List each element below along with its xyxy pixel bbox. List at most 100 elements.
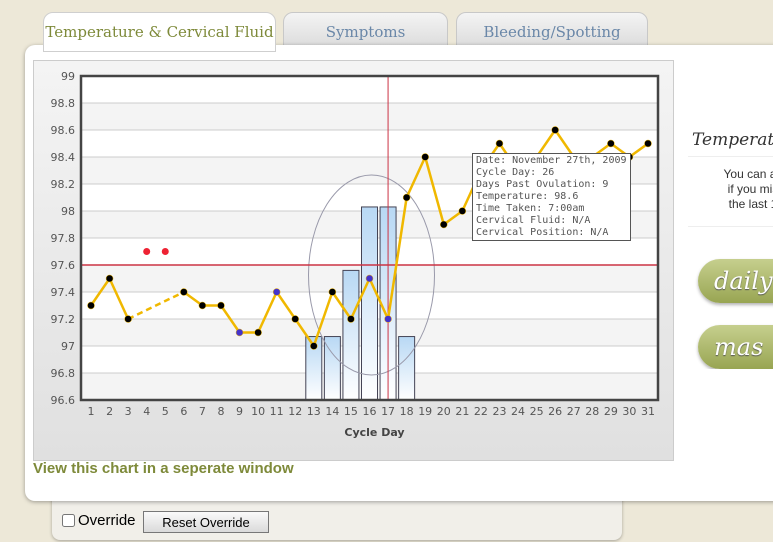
text-line: You can ac [723,167,773,181]
fertility-bar [361,206,378,401]
temperature-point [235,328,244,337]
grid-band [81,103,658,130]
right-title: Temperature [688,120,773,157]
temperature-chart: 96.6 96.8 97 97.2 97.4 97.6 97.8 98 98.2 98.4 98.6… [33,60,674,461]
temperature-point [551,126,559,134]
x-tick-label: 19 [418,405,432,418]
x-tick-label: 26 [548,405,562,418]
temperature-point [347,315,355,323]
x-tick-label: 21 [455,405,469,418]
x-tick-label: 14 [325,405,339,418]
separate-window-link[interactable]: View this chart in a seperate window [33,460,294,477]
x-tick-label: 3 [125,405,132,418]
x-tick-label: 15 [344,405,358,418]
temperature-point [217,301,225,310]
override-bar [52,495,622,540]
x-tick-label: 31 [641,405,655,418]
temperature-point [180,288,188,296]
master-button[interactable]: mas [698,325,773,369]
tooltip-line: Temperature: 98.6 [476,191,579,202]
x-tick-label: 12 [288,405,302,418]
temperature-point [254,328,262,337]
x-tick-label: 6 [180,405,187,418]
x-tick-label: 22 [474,405,488,418]
tab-bleeding[interactable]: Bleeding/Spotting [456,12,648,48]
x-tick-label: 27 [567,405,581,418]
y-tick-label: 98.8 [51,97,76,110]
temperature-point [607,139,615,148]
x-tick-label: 28 [585,405,599,418]
x-axis-label: Cycle Day [344,426,404,439]
temperature-point [384,315,392,323]
tooltip-line: Date: November 27th, 2009 [476,155,627,166]
tab-symptoms[interactable]: Symptoms [283,12,448,48]
x-tick-label: 25 [530,405,544,418]
y-tick-label: 96.6 [51,394,76,407]
daily-button[interactable]: daily [698,259,773,303]
tooltip-line: Time Taken: 7:00am [476,203,585,214]
temperature-point [310,342,318,350]
x-tick-label: 4 [143,405,150,418]
red-marker [143,248,151,255]
fertility-bar [342,269,360,401]
fertility-bar [398,336,416,401]
y-tick-label: 98.6 [51,124,76,137]
temperature-point [105,274,114,283]
temperature-point [495,139,504,148]
temperature-point [440,220,448,229]
tooltip-line: Days Past Ovulation: 9 [476,179,609,190]
override-checkbox[interactable] [62,514,75,527]
x-tick-label: 7 [199,405,206,418]
x-tick-label: 17 [381,405,395,418]
x-tick-label: 16 [363,405,377,418]
x-tick-label: 2 [106,405,113,418]
y-tick-label: 99 [61,70,75,83]
x-tick-label: 24 [511,405,525,418]
temperature-point [644,139,652,148]
x-tick-label: 30 [622,405,636,418]
y-tick-label: 97 [61,340,75,353]
temperature-point [402,193,411,202]
tab-temperature[interactable]: Temperature & Cervical Fluid [43,12,276,52]
x-tick-label: 29 [604,405,618,418]
right-panel: Temperature You can ac if you mis the la… [688,120,773,369]
tooltip-line: Cervical Fluid: N/A [476,215,591,226]
right-text: You can ac if you mis the last 1 [688,157,773,227]
y-tick-label: 98.4 [51,151,76,164]
x-tick-label: 10 [251,405,265,418]
temperature-point [291,315,299,323]
temperature-point [124,315,132,323]
y-tick-label: 97.4 [51,286,76,299]
y-tick-label: 96.8 [51,367,76,380]
x-tick-label: 5 [162,405,169,418]
y-tick-label: 98 [61,205,75,218]
red-marker [161,248,169,255]
x-tick-label: 13 [307,405,321,418]
override-label: Override [78,512,136,529]
tooltip-line: Cycle Day: 26 [476,167,555,178]
temperature-point [365,274,374,283]
temperature-point [198,301,207,310]
text-line: the last 1 [728,197,773,211]
temperature-point [458,207,467,215]
y-tick-label: 97.8 [51,232,76,245]
x-tick-label: 20 [437,405,451,418]
chart-tooltip: Date: November 27th, 2009 Cycle Day: 26 … [472,153,631,241]
y-tick-label: 98.2 [51,178,76,191]
x-tick-label: 8 [217,405,224,418]
temperature-point [272,288,281,296]
x-tick-label: 1 [88,405,95,418]
x-tick-label: 18 [400,405,414,418]
x-tick-label: 23 [492,405,506,418]
y-tick-label: 97.2 [51,313,76,326]
reset-override-button[interactable]: Reset Override [143,511,269,533]
y-tick-label: 97.6 [51,259,76,272]
temperature-point [421,153,429,161]
temperature-point [328,288,337,296]
text-line: if you mis [727,182,773,196]
override-control[interactable]: Override [62,512,136,529]
x-tick-label: 9 [236,405,243,418]
tooltip-line: Cervical Position: N/A [476,227,609,238]
x-tick-label: 11 [270,405,284,418]
temperature-point [87,301,95,310]
